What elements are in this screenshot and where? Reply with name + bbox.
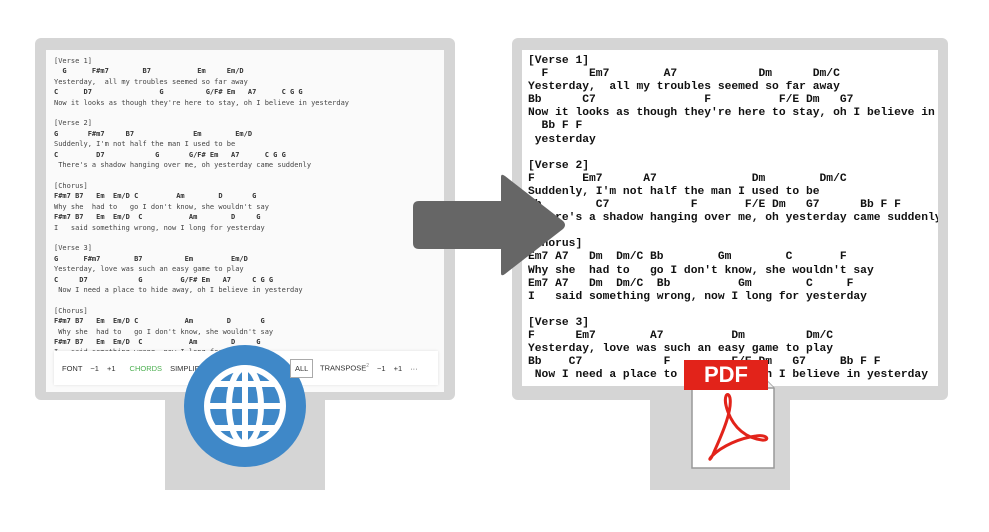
sheet-line: [54, 295, 444, 305]
sheet-line: [Verse 3]: [54, 244, 92, 253]
transpose-controls: TRANSPOSE2 −1 +1 ···: [320, 351, 418, 385]
sheet-line: Now I need a place to hide away, oh I be…: [54, 285, 303, 294]
transpose-label: TRANSPOSE2: [320, 363, 370, 373]
sheet-line: Bb F F: [528, 120, 583, 133]
sheet-line: C D7 G G/F# Em A7 C G G: [54, 150, 286, 159]
sheet-line: Now it looks as though they're here to s…: [54, 98, 350, 107]
web-chord-sheet-screen: [Verse 1] G F#m7 B7 Em Em/D Yesterday, al…: [46, 50, 444, 392]
sheet-line: [54, 233, 444, 243]
sheet-line: [Verse 1]: [54, 57, 92, 65]
sheet-line: There's a shadow hanging over me, oh yes…: [528, 212, 938, 225]
globe-icon: [184, 345, 306, 467]
sheet-line: Why she had to go I don't know, she woul…: [54, 327, 274, 336]
sheet-line: [Chorus]: [54, 181, 88, 190]
sheet-line: C D7 G G/F# Em A7 C G G: [54, 88, 303, 97]
sheet-line: [Chorus]: [54, 306, 88, 315]
web-chord-sheet: [Verse 1] G F#m7 B7 Em Em/D Yesterday, al…: [46, 50, 444, 358]
font-label: FONT: [62, 363, 83, 373]
sheet-line: Now it looks as though they're here to s…: [528, 107, 935, 120]
sheet-line: F Em7 A7 Dm Dm/C: [528, 172, 847, 185]
sheet-line: G F#m7 B7 Em Em/D: [54, 254, 248, 263]
sheet-line: Bb C7 F F/E Dm G7 Bb F F: [528, 199, 901, 212]
sheet-line: [Verse 2]: [54, 119, 92, 128]
sheet-line: [54, 108, 444, 118]
all-button[interactable]: ALL: [290, 359, 314, 378]
chords-toggle[interactable]: CHORDS: [130, 364, 163, 373]
sheet-line: Bb C7 F F/E Dm G7: [528, 94, 854, 107]
pdf-file-icon: PDF: [684, 360, 780, 472]
sheet-line: [Verse 3]: [528, 316, 590, 329]
sheet-line: [Verse 1]: [528, 55, 590, 67]
sheet-line: F#m7 B7 Em Em/D C Am D G: [54, 213, 261, 222]
sheet-line: Yesterday, all my troubles seemed so far…: [528, 81, 840, 94]
font-increase-button[interactable]: +1: [107, 364, 116, 373]
sheet-line: Yesterday, love was such an easy game to…: [528, 343, 834, 356]
sheet-line: F Em7 A7 Dm Dm/C: [528, 68, 840, 81]
sheet-line: Suddenly, I'm not half the man I used to…: [54, 140, 236, 149]
sheet-line: There's a shadow hanging over me, oh yes…: [54, 161, 312, 170]
sheet-line: F Em7 A7 Dm Dm/C: [528, 329, 834, 342]
sheet-line: [Verse 2]: [528, 159, 590, 172]
sheet-line: Em7 A7 Dm Dm/C Bb Gm C F: [528, 277, 854, 290]
sheet-line: yesterday: [528, 133, 596, 146]
sheet-line: Suddenly, I'm not half the man I used to…: [528, 185, 820, 198]
sheet-line: G F#m7 B7 Em Em/D: [54, 67, 244, 76]
sheet-line: [54, 170, 444, 180]
transpose-value: 2: [366, 363, 370, 370]
font-decrease-button[interactable]: −1: [90, 364, 99, 373]
pdf-chord-sheet-screen: [Verse 1] F Em7 A7 Dm Dm/C Yesterday, all…: [522, 50, 938, 386]
sheet-line: G F#m7 B7 Em Em/D: [54, 129, 253, 138]
sheet-line: I said something wrong, now I long for y…: [528, 290, 867, 303]
pdf-label: PDF: [704, 362, 748, 387]
more-button[interactable]: ···: [410, 364, 418, 373]
sheet-line: F#m7 B7 Em Em/D C Am D G: [54, 317, 265, 326]
sheet-line: [528, 147, 938, 160]
sheet-line: Em7 A7 Dm Dm/C Bb Gm C F: [528, 251, 847, 264]
sheet-line: C D7 G G/F# Em A7 C G G: [54, 275, 274, 284]
sheet-line: [Chorus]: [528, 238, 583, 251]
sheet-line: I said something wrong, now I long for y…: [54, 223, 265, 232]
sheet-line: F#m7 B7 Em Em/D C Am D G: [54, 192, 257, 201]
transpose-down-button[interactable]: −1: [377, 364, 386, 373]
sheet-line: [528, 225, 938, 238]
transpose-up-button[interactable]: +1: [394, 364, 403, 373]
sheet-line: Yesterday, all my troubles seemed so far…: [54, 77, 248, 86]
sheet-line: Yesterday, love was such an easy game to…: [54, 265, 244, 274]
sheet-line: Why she had to go I don't know, she woul…: [54, 202, 269, 211]
sheet-line: Why she had to go I don't know, she woul…: [528, 264, 874, 277]
sheet-line: [528, 304, 938, 317]
pdf-chord-sheet: [Verse 1] F Em7 A7 Dm Dm/C Yesterday, all…: [522, 50, 938, 382]
arrow-right-icon: [413, 174, 565, 276]
